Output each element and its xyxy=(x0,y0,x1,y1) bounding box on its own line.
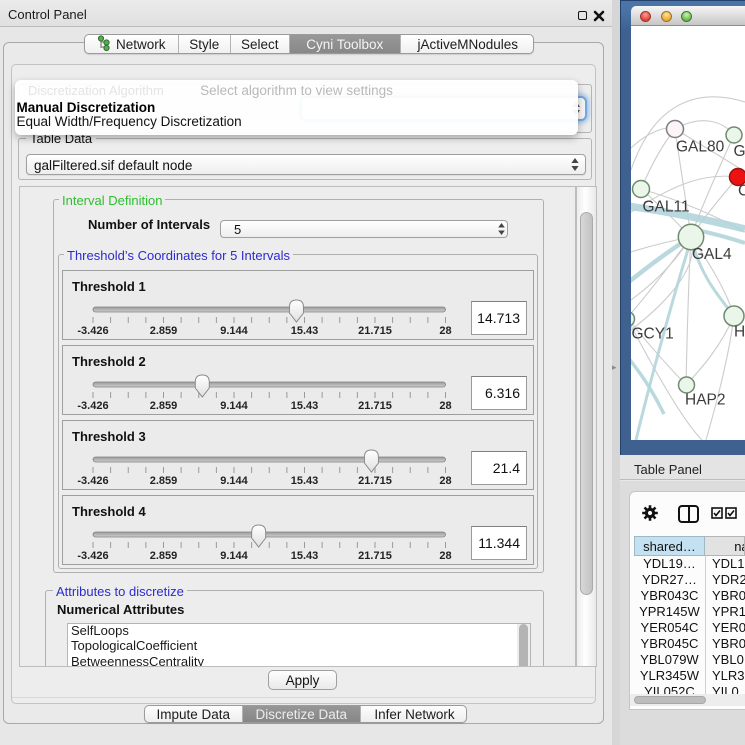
svg-text:28: 28 xyxy=(439,475,451,487)
svg-text:GAL80: GAL80 xyxy=(676,138,725,155)
svg-text:15.43: 15.43 xyxy=(291,400,319,412)
svg-text:GAL4: GAL4 xyxy=(692,246,732,263)
svg-text:28: 28 xyxy=(439,325,451,337)
svg-text:HI: HI xyxy=(734,324,745,341)
svg-text:9.144: 9.144 xyxy=(220,400,248,412)
svg-text:15.43: 15.43 xyxy=(291,475,319,487)
svg-text:GA: GA xyxy=(734,143,745,160)
svg-text:-3.426: -3.426 xyxy=(77,475,108,487)
svg-text:28: 28 xyxy=(439,400,451,412)
svg-text:15.43: 15.43 xyxy=(291,550,319,562)
svg-text:21.715: 21.715 xyxy=(358,475,392,487)
svg-text:2.859: 2.859 xyxy=(150,475,178,487)
svg-text:C: C xyxy=(738,183,745,200)
svg-text:21.715: 21.715 xyxy=(358,325,392,337)
svg-text:2.859: 2.859 xyxy=(150,550,178,562)
svg-text:9.144: 9.144 xyxy=(220,475,248,487)
svg-text:2.859: 2.859 xyxy=(150,400,178,412)
svg-text:GAL11: GAL11 xyxy=(643,199,690,216)
svg-text:9.144: 9.144 xyxy=(220,325,248,337)
svg-text:15.43: 15.43 xyxy=(291,325,319,337)
svg-text:2.859: 2.859 xyxy=(150,325,178,337)
svg-text:GCY1: GCY1 xyxy=(632,326,674,343)
svg-text:-3.426: -3.426 xyxy=(77,400,108,412)
svg-text:9.144: 9.144 xyxy=(220,550,248,562)
svg-text:HAP2: HAP2 xyxy=(685,392,726,409)
svg-text:21.715: 21.715 xyxy=(358,550,392,562)
svg-text:28: 28 xyxy=(439,550,451,562)
svg-text:21.715: 21.715 xyxy=(358,400,392,412)
svg-text:-3.426: -3.426 xyxy=(77,325,108,337)
svg-text:-3.426: -3.426 xyxy=(77,550,108,562)
